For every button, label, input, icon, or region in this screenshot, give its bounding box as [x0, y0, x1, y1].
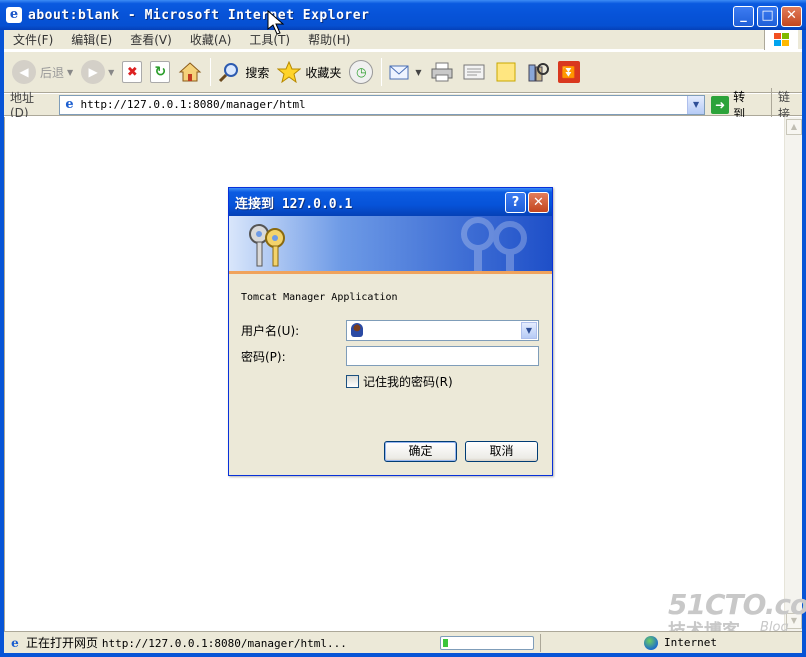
dialog-title: 连接到 127.0.0.1 — [235, 196, 353, 212]
close-button[interactable]: ✕ — [781, 6, 802, 27]
scroll-up-icon[interactable]: ▲ — [786, 119, 802, 135]
dialog-close-button[interactable]: ✕ — [528, 192, 549, 213]
back-dropdown-icon[interactable]: ▼ — [67, 68, 73, 77]
history-icon: ◷ — [349, 60, 374, 84]
menu-favorites[interactable]: 收藏(A) — [181, 31, 241, 48]
username-label: 用户名(U): — [241, 323, 300, 338]
home-button[interactable] — [178, 60, 202, 84]
search-button[interactable]: 搜索 — [217, 60, 269, 84]
maximize-button[interactable]: □ — [757, 6, 778, 27]
edit-button[interactable] — [462, 60, 486, 84]
page-icon: e — [65, 96, 74, 112]
printer-icon — [430, 60, 454, 84]
password-row: 密码(P): — [241, 345, 540, 367]
password-field[interactable] — [346, 346, 539, 366]
back-arrow-icon: ◀ — [12, 60, 36, 84]
star-icon — [277, 60, 302, 84]
status-text: 正在打开网页 http://127.0.0.1:8080/manager/htm… — [26, 634, 434, 651]
user-icon — [351, 323, 363, 337]
login-dialog: 连接到 127.0.0.1 ? ✕ Tomcat Manager Applica… — [228, 187, 553, 476]
remember-row: 记住我的密码(R) — [346, 373, 540, 390]
search-icon — [217, 60, 241, 84]
status-message: 正在打开网页 — [26, 636, 99, 650]
remember-checkbox[interactable] — [346, 375, 359, 388]
discuss-button[interactable] — [494, 60, 518, 84]
realm-text: Tomcat Manager Application — [241, 292, 398, 303]
window-border-right — [802, 30, 806, 657]
internet-globe-icon — [644, 635, 658, 650]
forward-button[interactable]: ▶ ▼ — [81, 60, 114, 84]
forward-arrow-icon: ▶ — [81, 60, 106, 84]
help-button[interactable]: ? — [505, 192, 526, 213]
progress-fill — [443, 638, 448, 647]
print-button[interactable] — [430, 60, 454, 84]
window-title: about:blank - Microsoft Internet Explore… — [28, 7, 370, 23]
forward-dropdown-icon[interactable]: ▼ — [108, 68, 114, 77]
address-dropdown-icon[interactable]: ▼ — [687, 95, 705, 114]
ie-icon: e — [6, 7, 22, 23]
mail-dropdown-icon[interactable]: ▼ — [415, 68, 421, 77]
stop-icon: ✖ — [122, 61, 143, 83]
download-button[interactable]: ⏬ — [557, 61, 580, 83]
research-icon — [526, 60, 550, 84]
vertical-scrollbar[interactable]: ▲ ▼ — [784, 117, 802, 631]
download-icon: ⏬ — [557, 61, 580, 83]
dialog-buttons: 确定 取消 — [384, 441, 546, 462]
back-button[interactable]: ◀ 后退 ▼ — [12, 60, 73, 84]
dialog-banner — [229, 216, 552, 274]
windows-logo-icon — [764, 30, 798, 50]
minimize-button[interactable]: _ — [733, 6, 754, 27]
go-arrow-icon: ➜ — [711, 95, 730, 114]
mouse-cursor-icon — [267, 10, 285, 35]
password-label: 密码(P): — [241, 349, 286, 364]
username-dropdown-icon[interactable]: ▼ — [521, 321, 537, 339]
menu-bar: 文件(F) 编辑(E) 查看(V) 收藏(A) 工具(T) 帮助(H) — [4, 30, 802, 50]
refresh-icon: ↻ — [150, 61, 171, 83]
window-titlebar[interactable]: e about:blank - Microsoft Internet Explo… — [0, 0, 806, 30]
edit-document-icon — [462, 60, 486, 84]
username-row: 用户名(U): ▼ — [241, 319, 540, 341]
security-zone[interactable]: Internet — [644, 635, 717, 650]
window-border-bottom — [0, 653, 806, 657]
toolbar-separator — [381, 58, 383, 86]
keys-background-icon — [461, 217, 527, 271]
mail-icon — [388, 60, 412, 84]
progress-bar — [440, 635, 534, 650]
remember-label[interactable]: 记住我的密码(R) — [363, 373, 453, 390]
stop-button[interactable]: ✖ — [122, 61, 143, 83]
loading-page-icon: e — [11, 635, 19, 650]
toolbar-separator — [210, 58, 212, 86]
status-divider — [540, 633, 541, 652]
address-url[interactable]: http://127.0.0.1:8080/manager/html — [81, 98, 306, 111]
refresh-button[interactable]: ↻ — [150, 61, 171, 83]
menu-view[interactable]: 查看(V) — [121, 31, 181, 48]
favorites-button[interactable]: 收藏夹 — [277, 60, 341, 84]
home-icon — [178, 60, 202, 84]
note-icon — [494, 60, 518, 84]
address-label: 地址(D) — [10, 91, 35, 120]
keys-icon — [249, 224, 285, 267]
dialog-titlebar[interactable]: 连接到 127.0.0.1 ? ✕ — [229, 188, 552, 216]
dialog-body: Tomcat Manager Application 用户名(U): ▼ 密码(… — [229, 274, 552, 390]
research-button[interactable] — [526, 60, 550, 84]
menu-file[interactable]: 文件(F) — [4, 31, 62, 48]
status-url: http://127.0.0.1:8080/manager/html... — [101, 637, 347, 650]
status-bar: e 正在打开网页 http://127.0.0.1:8080/manager/h… — [4, 631, 802, 653]
standard-toolbar: ◀ 后退 ▼ ▶ ▼ ✖ ↻ 搜索 收藏夹 ◷ ▼ ⏬ — [4, 51, 802, 93]
cancel-button[interactable]: 取消 — [465, 441, 538, 462]
menu-edit[interactable]: 编辑(E) — [62, 31, 121, 48]
menu-help[interactable]: 帮助(H) — [299, 31, 359, 48]
address-bar: 地址(D) e http://127.0.0.1:8080/manager/ht… — [4, 87, 802, 122]
history-button[interactable]: ◷ — [349, 60, 374, 84]
username-combobox[interactable]: ▼ — [346, 319, 539, 341]
address-input[interactable]: e http://127.0.0.1:8080/manager/html ▼ — [58, 94, 706, 115]
mail-button[interactable]: ▼ — [388, 60, 422, 84]
ok-button[interactable]: 确定 — [384, 441, 457, 462]
